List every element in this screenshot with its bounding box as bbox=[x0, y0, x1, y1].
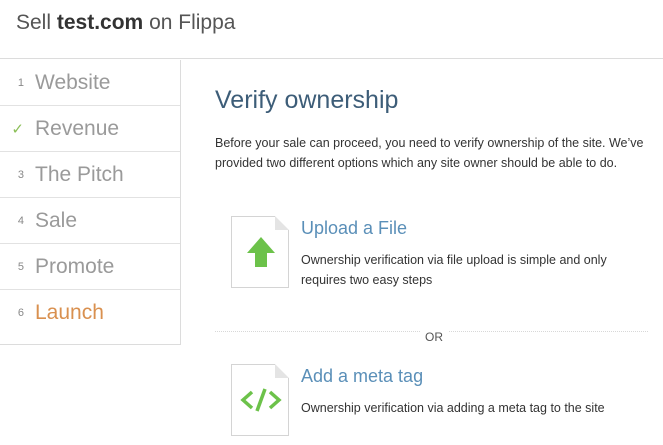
step-the-pitch[interactable]: 3 The Pitch bbox=[0, 152, 180, 198]
step-launch[interactable]: 6 Launch bbox=[0, 290, 180, 336]
page-title: Sell test.com on Flippa bbox=[16, 11, 235, 35]
step-promote[interactable]: 5 Promote bbox=[0, 244, 180, 290]
page-header: Sell test.com on Flippa bbox=[0, 0, 663, 59]
checkmark-icon: ✓ bbox=[11, 120, 24, 138]
title-domain: test.com bbox=[56, 11, 144, 34]
step-number: 5 bbox=[17, 260, 24, 273]
step-number: 4 bbox=[17, 214, 24, 227]
step-label: Revenue bbox=[35, 116, 120, 140]
meta-tag-description: Ownership verification via adding a meta… bbox=[301, 401, 605, 415]
title-suffix: on Flippa bbox=[149, 11, 236, 34]
section-title: Verify ownership bbox=[215, 86, 399, 114]
or-separator: OR bbox=[420, 330, 448, 344]
upload-file-description: Ownership verification via file upload i… bbox=[301, 253, 607, 287]
step-label: Launch bbox=[35, 301, 104, 324]
step-website[interactable]: 1 Website bbox=[0, 60, 180, 106]
step-label: The Pitch bbox=[35, 162, 124, 186]
steps-sidebar: 1 Website ✓ Revenue 3 The Pitch 4 Sale 5… bbox=[0, 60, 181, 345]
step-revenue[interactable]: ✓ Revenue bbox=[0, 106, 180, 152]
upload-arrow-graphic bbox=[247, 237, 275, 267]
step-label: Website bbox=[35, 70, 111, 94]
upload-arrow-icon[interactable] bbox=[231, 216, 289, 288]
code-tag-icon[interactable] bbox=[231, 364, 289, 436]
step-label: Promote bbox=[35, 254, 115, 278]
meta-tag-link[interactable]: Add a meta tag bbox=[301, 366, 423, 387]
main-content: Verify ownership Before your sale can pr… bbox=[215, 86, 655, 436]
step-sale[interactable]: 4 Sale bbox=[0, 198, 180, 244]
title-prefix: Sell bbox=[16, 11, 52, 34]
intro-text: Before your sale can proceed, you need t… bbox=[215, 136, 644, 170]
code-tag-graphic bbox=[240, 388, 282, 412]
step-number: 1 bbox=[17, 76, 24, 89]
step-number: 6 bbox=[17, 307, 24, 319]
upload-file-link[interactable]: Upload a File bbox=[301, 218, 407, 239]
step-label: Sale bbox=[35, 208, 78, 232]
step-number: 3 bbox=[17, 168, 24, 181]
